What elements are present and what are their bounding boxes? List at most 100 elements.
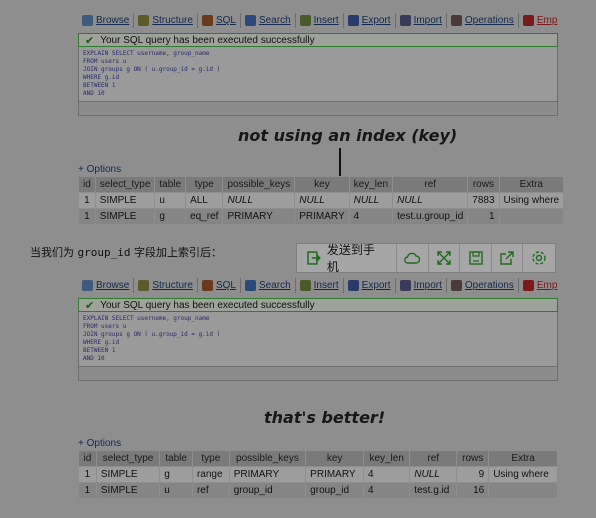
tab-export[interactable]: Export bbox=[344, 278, 396, 293]
tab-emp[interactable]: Emp bbox=[519, 13, 558, 28]
cell-id: 1 bbox=[78, 482, 97, 499]
column-header-type[interactable]: type bbox=[185, 176, 224, 193]
top-panel: Browse Structure SQL Search Insert Export Impo… bbox=[78, 12, 558, 116]
cell-id: 1 bbox=[78, 208, 96, 225]
save-button[interactable] bbox=[460, 244, 492, 272]
cell-type: ALL bbox=[185, 192, 224, 209]
tab-sql[interactable]: SQL bbox=[198, 278, 241, 293]
tab-label: Emp bbox=[536, 280, 558, 291]
tab-label: Export bbox=[361, 280, 391, 291]
column-header-ref[interactable]: ref bbox=[392, 176, 469, 193]
table-row: 1 SIMPLE g range PRIMARY PRIMARY 4 NULL 9 Using w… bbox=[78, 466, 558, 483]
column-header-rows[interactable]: rows bbox=[467, 176, 500, 193]
success-text: Your SQL query has been executed success… bbox=[100, 299, 315, 311]
column-header-ref[interactable]: ref bbox=[409, 450, 458, 467]
success-message: ✔ Your SQL query has been executed succe… bbox=[78, 33, 558, 47]
column-header-key_len[interactable]: key_len bbox=[348, 176, 394, 193]
cell-select_type: SIMPLE bbox=[94, 192, 156, 209]
tab-label: Insert bbox=[313, 280, 339, 291]
cell-id: 1 bbox=[78, 192, 96, 209]
cell-table: u bbox=[159, 482, 193, 499]
cell-ref: NULL bbox=[392, 192, 469, 209]
sql-icon bbox=[201, 15, 213, 26]
cloud-icon bbox=[404, 252, 421, 264]
options-link[interactable]: + Options bbox=[78, 164, 558, 176]
column-header-key[interactable]: key bbox=[305, 450, 365, 467]
tab-operations[interactable]: Operations bbox=[447, 278, 519, 293]
column-header-id[interactable]: id bbox=[78, 450, 97, 467]
cell-key: group_id bbox=[305, 482, 365, 499]
tab-insert[interactable]: Insert bbox=[296, 13, 344, 28]
tab-browse[interactable]: Browse bbox=[78, 13, 135, 28]
cell-key_len: NULL bbox=[348, 192, 394, 209]
cn-caption: 当我们为 group_id 字段加上索引后： bbox=[30, 244, 222, 260]
column-header-table[interactable]: table bbox=[159, 450, 193, 467]
cell-rows: 16 bbox=[456, 482, 490, 499]
cloud-button[interactable] bbox=[397, 244, 429, 272]
explain-table-after: id select_type table type possible_keys key ke… bbox=[78, 450, 558, 499]
tab-search[interactable]: Search bbox=[241, 13, 296, 28]
table-row: 1 SIMPLE u ALL NULL NULL NULL NULL 7883 Using whe… bbox=[78, 192, 565, 209]
sql-line: JOIN groups g ON ( u.group_id = g.id ) bbox=[83, 331, 221, 338]
share-button[interactable] bbox=[492, 244, 524, 272]
tab-bar: Browse Structure SQL Search Insert Export Impo… bbox=[78, 12, 558, 29]
header-row: id select_type table type possible_keys key ke… bbox=[78, 176, 565, 193]
tab-label: Export bbox=[361, 15, 391, 26]
tab-emp[interactable]: Emp bbox=[519, 278, 558, 293]
cell-key_len: 4 bbox=[348, 208, 394, 225]
tab-import[interactable]: Import bbox=[396, 278, 447, 293]
send-to-phone-bar: 发送到手机 bbox=[296, 243, 556, 274]
send-to-phone-button[interactable]: 发送到手机 bbox=[297, 243, 397, 274]
column-header-table[interactable]: table bbox=[154, 176, 187, 193]
tab-browse[interactable]: Browse bbox=[78, 278, 135, 293]
column-header-key[interactable]: key bbox=[294, 176, 350, 193]
cell-possible_keys: group_id bbox=[228, 482, 307, 499]
table-icon bbox=[82, 15, 93, 26]
sql-line: BETWEEN 1 bbox=[83, 347, 116, 354]
sql-line: JOIN groups g ON ( u.group_id = g.id ) bbox=[83, 66, 221, 73]
tab-operations[interactable]: Operations bbox=[447, 13, 519, 28]
column-header-id[interactable]: id bbox=[78, 176, 96, 193]
empty-icon bbox=[522, 15, 534, 26]
tab-import[interactable]: Import bbox=[396, 13, 447, 28]
cell-rows: 9 bbox=[456, 466, 490, 483]
insert-icon bbox=[299, 280, 311, 291]
tab-structure[interactable]: Structure bbox=[134, 13, 198, 28]
expand-button[interactable] bbox=[429, 244, 461, 272]
sql-line: FROM users u bbox=[83, 58, 127, 65]
column-header-select_type[interactable]: select_type bbox=[94, 176, 156, 193]
cell-select_type: SIMPLE bbox=[95, 482, 161, 499]
tab-sql[interactable]: SQL bbox=[198, 13, 241, 28]
sql-line: AND 10 bbox=[83, 90, 105, 97]
column-header-select_type[interactable]: select_type bbox=[95, 450, 161, 467]
column-header-type[interactable]: type bbox=[191, 450, 230, 467]
import-icon bbox=[399, 15, 411, 26]
settings-icon bbox=[532, 251, 546, 265]
settings-button[interactable] bbox=[523, 244, 555, 272]
column-header-possible_keys[interactable]: possible_keys bbox=[228, 450, 307, 467]
tab-export[interactable]: Export bbox=[344, 13, 396, 28]
cell-rows: 7883 bbox=[467, 192, 500, 209]
tab-structure[interactable]: Structure bbox=[134, 278, 198, 293]
column-header-extra[interactable]: Extra bbox=[498, 176, 565, 193]
cell-ref: test.g.id bbox=[409, 482, 458, 499]
export-icon bbox=[347, 15, 359, 26]
cn-prefix: 当我们为 bbox=[30, 246, 78, 259]
success-message-bottom: ✔ Your SQL query has been executed succe… bbox=[78, 298, 558, 312]
tab-insert[interactable]: Insert bbox=[296, 278, 344, 293]
expand-icon bbox=[437, 251, 451, 265]
sql-line: FROM users u bbox=[83, 323, 127, 330]
sql-query-box-bottom: EXPLAIN SELECT username, group_name FROM … bbox=[78, 312, 558, 367]
tab-search[interactable]: Search bbox=[241, 278, 296, 293]
column-header-key_len[interactable]: key_len bbox=[363, 450, 411, 467]
cell-type: range bbox=[191, 466, 230, 483]
tab-label: Search bbox=[258, 280, 291, 291]
column-header-extra[interactable]: Extra bbox=[488, 450, 558, 467]
column-header-rows[interactable]: rows bbox=[456, 450, 490, 467]
cell-table: g bbox=[154, 208, 187, 225]
sql-footer bbox=[78, 102, 558, 116]
options-link[interactable]: + Options bbox=[78, 438, 558, 450]
tab-label: Structure bbox=[152, 15, 193, 26]
tab-label: Import bbox=[413, 280, 442, 291]
column-header-possible_keys[interactable]: possible_keys bbox=[222, 176, 296, 193]
